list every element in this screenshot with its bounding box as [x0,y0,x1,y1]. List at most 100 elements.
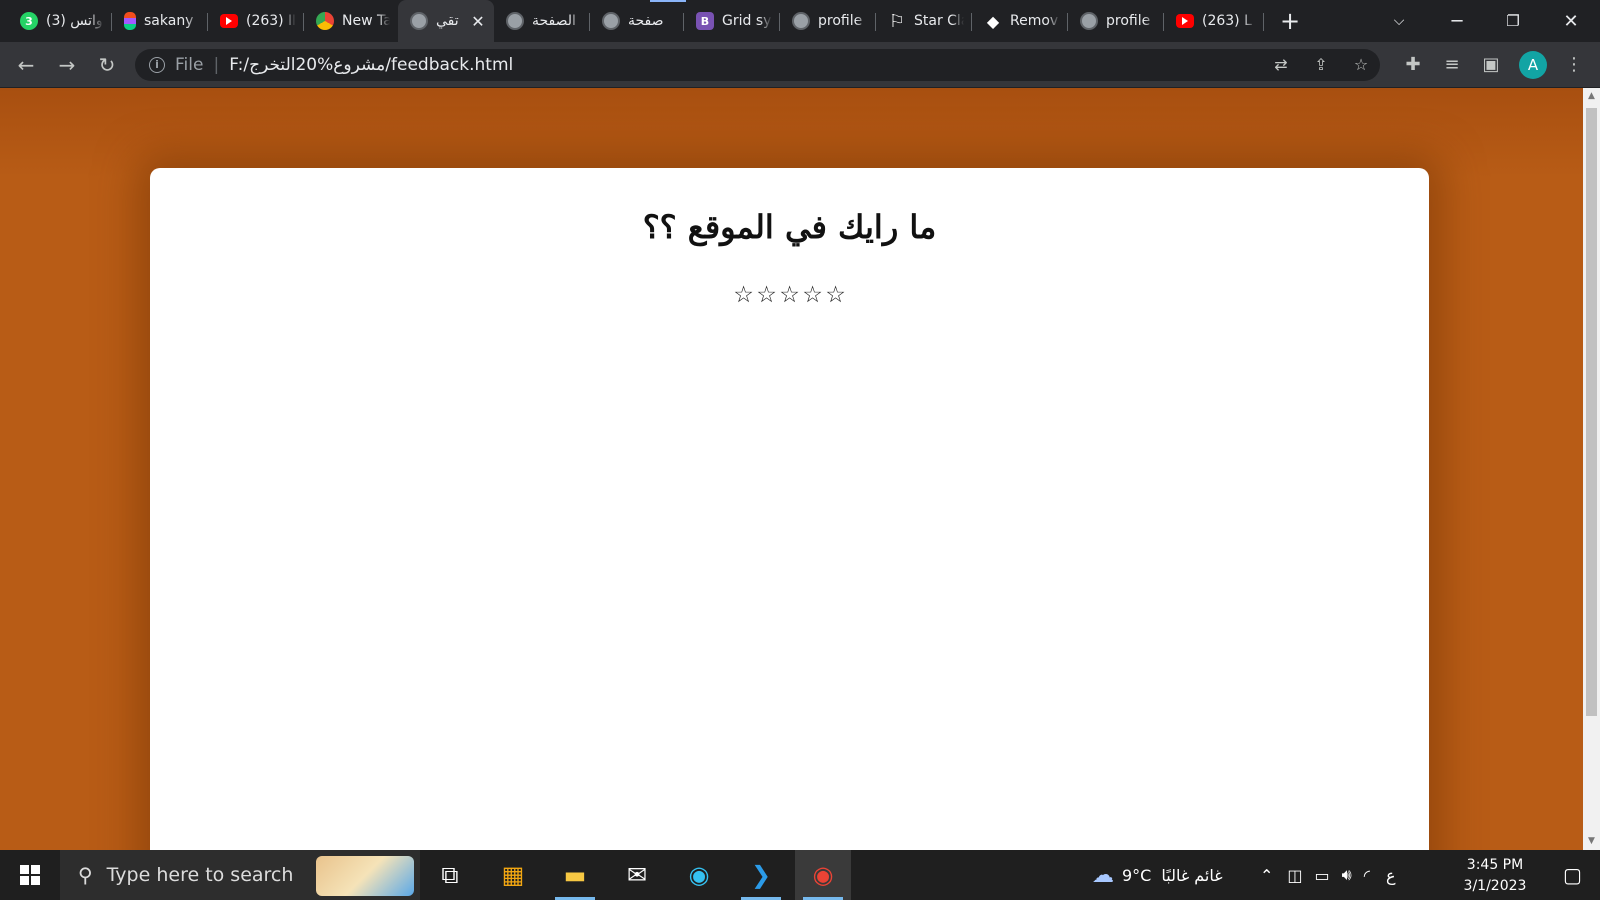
page-scrollbar[interactable]: ▲ ▼ [1583,88,1600,850]
tab-star-class[interactable]: ⚐ Star Cla [876,4,972,38]
flag-icon: ⚐ [888,10,906,32]
tab-new-tab[interactable]: New Ta [304,4,398,38]
globe-icon [792,12,810,30]
profile-avatar[interactable]: A [1519,51,1547,79]
clock-time: 3:45 PM [1466,857,1524,873]
start-button[interactable] [0,850,60,900]
site-info-icon[interactable]: i [149,57,165,73]
tab-title: profile [818,13,863,29]
show-hidden-icons-chevron-icon[interactable]: ⌃ [1260,866,1273,885]
tab-youtube-1[interactable]: (263) اا [208,4,304,38]
star-4[interactable]: ☆ [801,284,824,307]
menu-kebab-icon[interactable]: ⋮ [1560,51,1588,79]
share-icon[interactable]: ⇪ [1312,56,1330,74]
tab-strip: 3 (3) واتس sakany (263) اا New Ta تقي ✕ … [0,0,1600,42]
clock-date: 3/1/2023 [1463,878,1527,894]
tab-whatsapp[interactable]: 3 (3) واتس [8,4,112,38]
tab-title: Grid sy [722,13,772,29]
new-tab-button[interactable]: + [1276,8,1304,36]
url-text[interactable]: F:/مشروع%20التخرج/feedback.html [229,55,513,75]
page-viewport: ما رايك في الموقع ؟؟ ☆ ☆ ☆ ☆ ☆ ▲ ▼ [0,88,1600,850]
cloudy-weather-icon: ☁ [1092,862,1114,888]
microsoft-store-icon[interactable]: ▦ [485,850,541,900]
star-1[interactable]: ☆ [732,284,755,307]
tab-title: الصفحة [532,13,576,29]
star-3[interactable]: ☆ [778,284,801,307]
minimize-button[interactable]: ─ [1434,0,1480,42]
taskbar-search-box[interactable]: ⚲ Type here to search [60,850,420,900]
tab-title: sakany [144,13,194,29]
tab-title: (3) واتس [46,13,103,29]
tab-active-feedback[interactable]: تقي ✕ [398,0,494,42]
tab-profile-1[interactable]: profile [780,4,876,38]
address-bar[interactable]: i File | F:/مشروع%20التخرج/feedback.html… [135,49,1380,81]
bookmark-star-icon[interactable]: ☆ [1352,56,1370,74]
tab-title: Remov [1010,13,1059,29]
tab-search-chevron-icon[interactable]: ⌵ [1376,0,1422,42]
file-explorer-icon[interactable]: ▬ [547,850,603,900]
tab-title: (263) L [1202,13,1252,29]
weather-condition: غائم غالبًا [1161,865,1223,885]
chrome-icon [316,12,334,30]
input-language-indicator[interactable]: ع [1386,866,1396,885]
feedback-card: ما رايك في الموقع ؟؟ ☆ ☆ ☆ ☆ ☆ [150,168,1429,850]
globe-icon [1080,12,1098,30]
figma-icon [124,12,136,30]
url-divider: | [213,55,220,75]
tab-figma[interactable]: sakany [112,4,208,38]
meet-now-icon[interactable]: ◫ [1287,866,1302,885]
tab-youtube-2[interactable]: (263) L [1164,4,1264,38]
globe-icon [602,12,620,30]
wifi-icon[interactable]: ◜ [1364,866,1370,885]
tab-page-2[interactable]: صفحة [590,4,684,38]
tab-loading-indicator [650,0,686,2]
browser-toolbar: ← → ↻ i File | F:/مشروع%20التخرج/feedbac… [0,42,1600,88]
notification-center-icon[interactable]: ▢ [1545,850,1600,900]
bootstrap-icon: B [696,12,714,30]
tab-title: Star Cla [914,13,964,29]
scrollbar-thumb[interactable] [1586,108,1597,716]
system-tray: ⌃ ◫ ▭ 🔊︎ ◜ ع [1260,850,1396,900]
scroll-up-arrow-icon[interactable]: ▲ [1583,88,1600,105]
weather-widget[interactable]: ☁ 9°C غائم غالبًا [1092,850,1223,900]
windows-logo-icon [20,865,40,885]
battery-icon[interactable]: ▭ [1315,866,1330,885]
mail-icon[interactable]: ✉ [609,850,665,900]
globe-icon [410,12,428,30]
chrome-taskbar-icon[interactable]: ◉ [795,850,851,900]
url-scheme-label: File [175,55,204,75]
tab-profile-2[interactable]: profile [1068,4,1164,38]
translate-icon[interactable]: ⇄ [1272,56,1290,74]
task-view-icon[interactable]: ⧉ [422,850,478,900]
search-placeholder: Type here to search [106,864,294,886]
system-clock[interactable]: 3:45 PM 3/1/2023 [1455,855,1535,897]
media-control-icon[interactable]: ≡ [1438,51,1466,79]
star-5[interactable]: ☆ [824,284,847,307]
extensions-puzzle-icon[interactable]: ✚ [1399,51,1427,79]
reload-button[interactable]: ↻ [93,51,121,79]
windows-taskbar: ⚲ Type here to search ⧉ ▦ ▬ ✉ ◉ ❯ ◉ ☁ 9°… [0,850,1600,900]
close-window-button[interactable]: ✕ [1548,0,1594,42]
tab-title: profile [1106,13,1151,29]
scroll-down-arrow-icon[interactable]: ▼ [1583,833,1600,850]
forward-button[interactable]: → [53,51,81,79]
tab-remove[interactable]: ◆ Remov [972,4,1068,38]
close-tab-icon[interactable]: ✕ [470,12,486,31]
tab-bootstrap-grid[interactable]: B Grid sy [684,4,780,38]
star-2[interactable]: ☆ [755,284,778,307]
tab-title: New Ta [342,13,390,29]
side-panel-icon[interactable]: ▣ [1477,51,1505,79]
volume-icon[interactable]: 🔊︎ [1342,865,1352,885]
edge-icon[interactable]: ◉ [671,850,727,900]
tab-page-1[interactable]: الصفحة [494,4,590,38]
layers-icon: ◆ [986,11,1000,31]
tab-separator [1263,13,1264,31]
globe-icon [506,12,524,30]
restore-button[interactable]: ❐ [1490,0,1536,42]
vscode-icon[interactable]: ❯ [733,850,789,900]
star-rating[interactable]: ☆ ☆ ☆ ☆ ☆ [150,284,1429,307]
youtube-icon [1176,14,1194,28]
tab-title: صفحة [628,13,664,29]
back-button[interactable]: ← [12,51,40,79]
search-icon: ⚲ [78,863,93,887]
